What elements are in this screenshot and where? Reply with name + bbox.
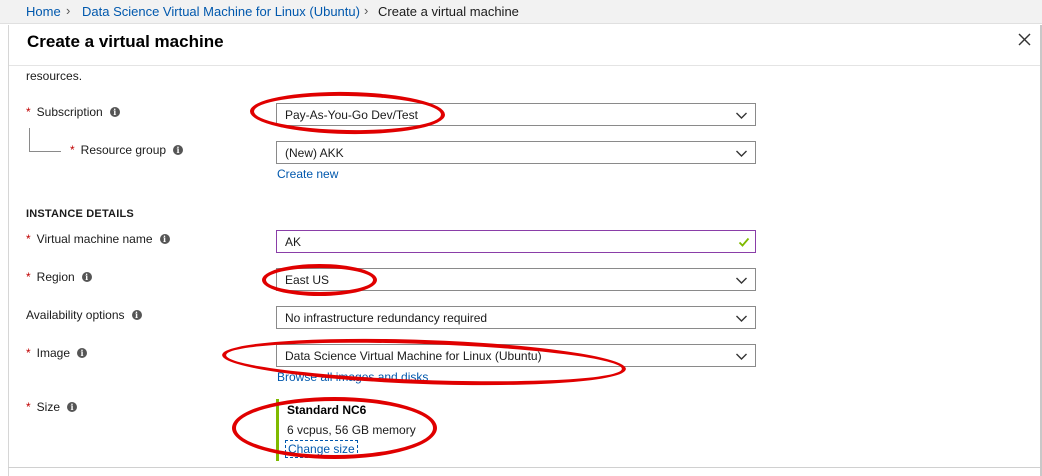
region-label: * Region i [26, 270, 92, 284]
chevron-down-icon [736, 112, 747, 119]
page-title: Create a virtual machine [27, 32, 224, 51]
info-icon[interactable]: i [67, 402, 78, 412]
vm-name-label-text: Virtual machine name [36, 232, 153, 246]
chevron-down-icon [736, 353, 747, 360]
subscription-label: * Subscription i [26, 105, 120, 119]
vm-name-value: AK [285, 235, 302, 249]
resource-group-label-text: Resource group [80, 143, 167, 157]
chevron-down-icon [736, 150, 747, 157]
instance-details-heading: INSTANCE DETAILS [26, 208, 134, 220]
subscription-label-text: Subscription [36, 105, 103, 119]
chevron-down-icon [736, 315, 747, 322]
close-button[interactable] [1014, 29, 1036, 51]
close-icon [1018, 33, 1031, 46]
tree-connector [29, 128, 30, 152]
tree-connector [29, 151, 61, 152]
subscription-value: Pay-As-You-Go Dev/Test [285, 108, 418, 122]
image-dropdown[interactable]: Data Science Virtual Machine for Linux (… [276, 344, 756, 367]
resource-group-label: * Resource group i [70, 143, 184, 157]
availability-label: Availability options i [26, 308, 142, 322]
required-marker: * [70, 143, 75, 157]
region-value: East US [285, 273, 330, 287]
availability-label-text: Availability options [26, 308, 125, 322]
availability-dropdown[interactable]: No infrastructure redundancy required [276, 306, 756, 329]
footer-divider [8, 467, 1040, 468]
required-marker: * [26, 400, 31, 414]
required-marker: * [26, 105, 31, 119]
info-icon[interactable]: i [109, 107, 120, 117]
info-icon[interactable]: i [173, 145, 184, 155]
description-fragment: resources. [26, 69, 83, 83]
info-icon[interactable]: i [159, 234, 170, 244]
info-icon[interactable]: i [131, 310, 142, 320]
size-summary: Standard NC6 6 vcpus, 56 GB memory Chang… [276, 399, 436, 461]
image-value: Data Science Virtual Machine for Linux (… [285, 349, 542, 363]
create-new-link[interactable]: Create new [277, 167, 338, 181]
region-dropdown[interactable]: East US [276, 268, 756, 291]
required-marker: * [26, 346, 31, 360]
image-label-text: Image [36, 346, 71, 360]
size-label-text: Size [36, 400, 61, 414]
change-size-link[interactable]: Change size [285, 440, 358, 458]
image-label: * Image i [26, 346, 88, 360]
region-label-text: Region [36, 270, 75, 284]
breadcrumb-separator: › [364, 3, 369, 18]
browse-images-link[interactable]: Browse all images and disks [277, 370, 428, 384]
info-icon[interactable]: i [77, 348, 88, 358]
resource-group-dropdown[interactable]: (New) AKK [276, 141, 756, 164]
subscription-dropdown[interactable]: Pay-As-You-Go Dev/Test [276, 103, 756, 126]
size-label: * Size i [26, 400, 78, 414]
header-divider [9, 65, 1042, 66]
required-marker: * [26, 232, 31, 246]
breadcrumb-marketplace-link[interactable]: Data Science Virtual Machine for Linux (… [82, 4, 360, 19]
vm-name-label: * Virtual machine name i [26, 232, 170, 246]
breadcrumb-current: Create a virtual machine [378, 4, 519, 19]
size-name: Standard NC6 [287, 403, 367, 417]
breadcrumb: Home › Data Science Virtual Machine for … [0, 0, 1042, 24]
info-icon[interactable]: i [81, 272, 92, 282]
breadcrumb-separator: › [66, 3, 71, 18]
size-spec: 6 vcpus, 56 GB memory [287, 423, 416, 437]
chevron-down-icon [736, 277, 747, 284]
checkmark-icon [738, 237, 750, 247]
required-marker: * [26, 270, 31, 284]
breadcrumb-home-link[interactable]: Home [26, 4, 61, 19]
vm-name-input[interactable]: AK [276, 230, 756, 253]
availability-value: No infrastructure redundancy required [285, 311, 488, 325]
resource-group-value: (New) AKK [285, 146, 344, 160]
